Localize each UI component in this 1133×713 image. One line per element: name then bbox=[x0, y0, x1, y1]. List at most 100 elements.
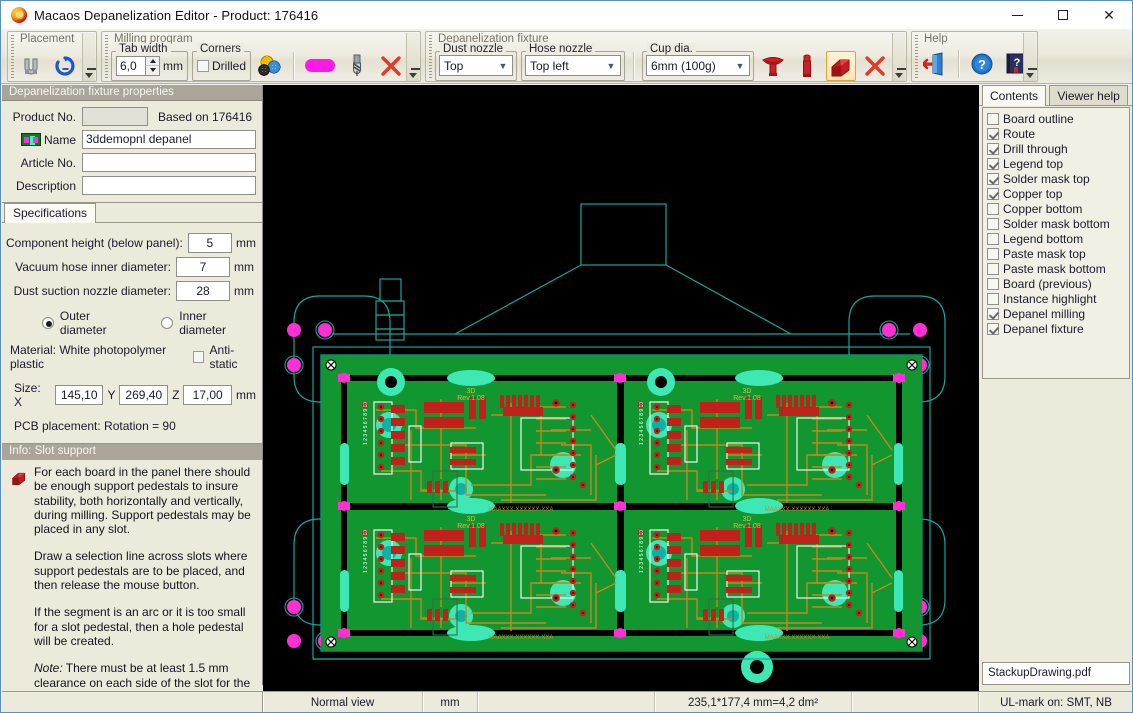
material-row: Material: White photopolymer plastic Ant… bbox=[6, 340, 256, 377]
layer-item-solder-mask-top[interactable]: Solder mask top bbox=[987, 171, 1127, 186]
layer-item-legend-top[interactable]: Legend top bbox=[987, 156, 1127, 171]
layer-checkbox[interactable] bbox=[987, 322, 999, 335]
layer-item-board-previous[interactable]: Board (previous) bbox=[987, 276, 1127, 291]
layer-item-solder-mask-bottom[interactable]: Solder mask bottom bbox=[987, 216, 1127, 231]
product-no-field[interactable] bbox=[82, 107, 148, 126]
mill-cutter-icon[interactable] bbox=[342, 51, 372, 81]
cup-dia-select[interactable]: 6mm (100g) ▼ bbox=[646, 55, 750, 76]
suction-cup-icon[interactable] bbox=[758, 51, 788, 81]
settings-gear-icon[interactable] bbox=[255, 51, 285, 81]
layer-item-copper-top[interactable]: Copper top bbox=[987, 186, 1127, 201]
minimize-button[interactable] bbox=[994, 1, 1040, 29]
rotate-placement-icon[interactable] bbox=[50, 51, 80, 81]
delete-red-x-icon[interactable] bbox=[376, 51, 406, 81]
tab-width-stepper[interactable] bbox=[146, 55, 160, 76]
group-grip-handle[interactable] bbox=[105, 35, 108, 79]
layer-item-drill-through[interactable]: Drill through bbox=[987, 141, 1127, 156]
layer-item-instance-highlight[interactable]: Instance highlight bbox=[987, 291, 1127, 306]
tab-width-legend: Tab width bbox=[116, 42, 171, 55]
layer-item-depanel-fixture[interactable]: Depanel fixture bbox=[987, 321, 1127, 336]
layer-label: Solder mask top bbox=[1003, 171, 1090, 186]
article-no-field[interactable] bbox=[82, 153, 256, 172]
milling-overflow-button[interactable] bbox=[406, 33, 420, 81]
exit-door-icon[interactable] bbox=[920, 49, 950, 79]
name-label: Name bbox=[43, 132, 76, 147]
window-controls: ✕ bbox=[994, 1, 1132, 29]
layer-item-board-outline[interactable]: Board outline bbox=[987, 111, 1127, 126]
layer-item-legend-bottom[interactable]: Legend bottom bbox=[987, 231, 1127, 246]
layer-item-route[interactable]: Route bbox=[987, 126, 1127, 141]
size-x-input[interactable]: 145,10 bbox=[54, 385, 104, 405]
tab-specifications[interactable]: Specifications bbox=[4, 203, 97, 223]
layer-checkbox[interactable] bbox=[987, 247, 999, 260]
layer-item-paste-mask-top[interactable]: Paste mask top bbox=[987, 246, 1127, 261]
layer-checkbox[interactable] bbox=[987, 277, 999, 290]
vacuum-hose-unit: mm bbox=[234, 260, 254, 274]
layer-checkbox[interactable] bbox=[987, 262, 999, 275]
corners-drilled-checkbox[interactable] bbox=[197, 59, 209, 72]
inner-diameter-radio[interactable] bbox=[161, 317, 174, 329]
dust-nozzle-dia-input[interactable]: 28 bbox=[176, 281, 230, 301]
spec-row: Vacuum hose inner diameter: 7 mm bbox=[6, 255, 256, 279]
info-header: Info: Slot support bbox=[2, 444, 262, 460]
slot-pedestal-red-icon[interactable] bbox=[826, 50, 856, 81]
help-overflow-button[interactable] bbox=[1023, 33, 1037, 81]
layer-label: Drill through bbox=[1003, 141, 1068, 156]
ribbon-toolbar: Placement Milling program Tab width 6,0 … bbox=[1, 29, 1132, 84]
layer-checkbox[interactable] bbox=[987, 292, 999, 305]
pcb-fixture-viewer[interactable]: 3D Rev.1.08 MAAXXX.XXXXXX-XXA 1 2 3 4 5 … bbox=[263, 85, 979, 691]
layer-checkbox[interactable] bbox=[987, 127, 999, 140]
placement-overflow-button[interactable] bbox=[82, 33, 96, 81]
anti-static-checkbox[interactable] bbox=[192, 351, 204, 363]
group-grip-handle[interactable] bbox=[11, 35, 14, 79]
chevron-down-icon: ▼ bbox=[498, 60, 508, 71]
layer-checkbox[interactable] bbox=[987, 142, 999, 155]
tab-contents[interactable]: Contents bbox=[982, 85, 1047, 106]
magnet-placement-icon[interactable] bbox=[16, 51, 46, 81]
group-grip-handle[interactable] bbox=[915, 35, 918, 79]
svg-text:?: ? bbox=[978, 57, 986, 72]
layer-checkbox[interactable] bbox=[987, 187, 999, 200]
svg-text:1 2 3 4 5 6 7 8 9 10: 1 2 3 4 5 6 7 8 9 10 bbox=[639, 402, 645, 445]
layer-label: Legend top bbox=[1003, 156, 1064, 171]
vacuum-hose-input[interactable]: 7 bbox=[176, 257, 230, 277]
name-field[interactable]: 3ddemopnl depanel bbox=[82, 130, 256, 149]
slot-pedestal-icon[interactable] bbox=[302, 51, 338, 81]
help-question-icon[interactable]: ? bbox=[967, 49, 997, 79]
layer-checkbox[interactable] bbox=[987, 232, 999, 245]
layer-checkbox[interactable] bbox=[987, 217, 999, 230]
size-row: Size: X 145,10 Y 269,40 Z 17,00 mm bbox=[6, 377, 256, 409]
maximize-button[interactable] bbox=[1040, 1, 1086, 29]
dust-nozzle-select[interactable]: Top ▼ bbox=[439, 55, 513, 76]
layer-checkbox[interactable] bbox=[987, 202, 999, 215]
layer-label: Route bbox=[1003, 126, 1036, 141]
layer-checkbox[interactable] bbox=[987, 157, 999, 170]
description-field[interactable] bbox=[82, 176, 256, 195]
component-height-input[interactable]: 5 bbox=[187, 233, 232, 253]
board-silk-title: 3D bbox=[743, 388, 752, 395]
close-button[interactable]: ✕ bbox=[1086, 1, 1132, 29]
outer-diameter-radio[interactable] bbox=[42, 317, 54, 329]
fixture-overflow-button[interactable] bbox=[892, 33, 906, 81]
hose-nozzle-select[interactable]: Top left ▼ bbox=[525, 55, 621, 76]
delete-red-x-icon[interactable] bbox=[860, 51, 890, 81]
group-grip-handle[interactable] bbox=[429, 35, 432, 79]
layer-checkbox[interactable] bbox=[987, 172, 999, 185]
based-on-label: Based on 176416 bbox=[158, 109, 253, 124]
panel-header: Depanelization fixture properties bbox=[2, 85, 262, 101]
layer-item-paste-mask-bottom[interactable]: Paste mask bottom bbox=[987, 261, 1127, 276]
dust-nozzle-legend: Dust nozzle bbox=[440, 42, 507, 55]
status-dimensions: 235,1*177,4 mm=4,2 dm² bbox=[655, 692, 852, 712]
layer-item-copper-bottom[interactable]: Copper bottom bbox=[987, 201, 1127, 216]
attached-file-name[interactable]: StackupDrawing.pdf bbox=[982, 662, 1130, 685]
layer-item-depanel-milling[interactable]: Depanel milling bbox=[987, 306, 1127, 321]
layer-checkbox[interactable] bbox=[987, 307, 999, 320]
tab-width-input[interactable]: 6,0 bbox=[116, 55, 146, 76]
size-z-input[interactable]: 17,00 bbox=[183, 385, 232, 405]
layer-label: Instance highlight bbox=[1003, 291, 1097, 306]
tab-viewer-help[interactable]: Viewer help bbox=[1049, 85, 1128, 106]
layer-checkbox[interactable] bbox=[987, 112, 999, 125]
group-title-placement: Placement bbox=[20, 33, 75, 45]
size-y-input[interactable]: 269,40 bbox=[119, 385, 169, 405]
hole-pedestal-icon[interactable] bbox=[792, 51, 822, 81]
